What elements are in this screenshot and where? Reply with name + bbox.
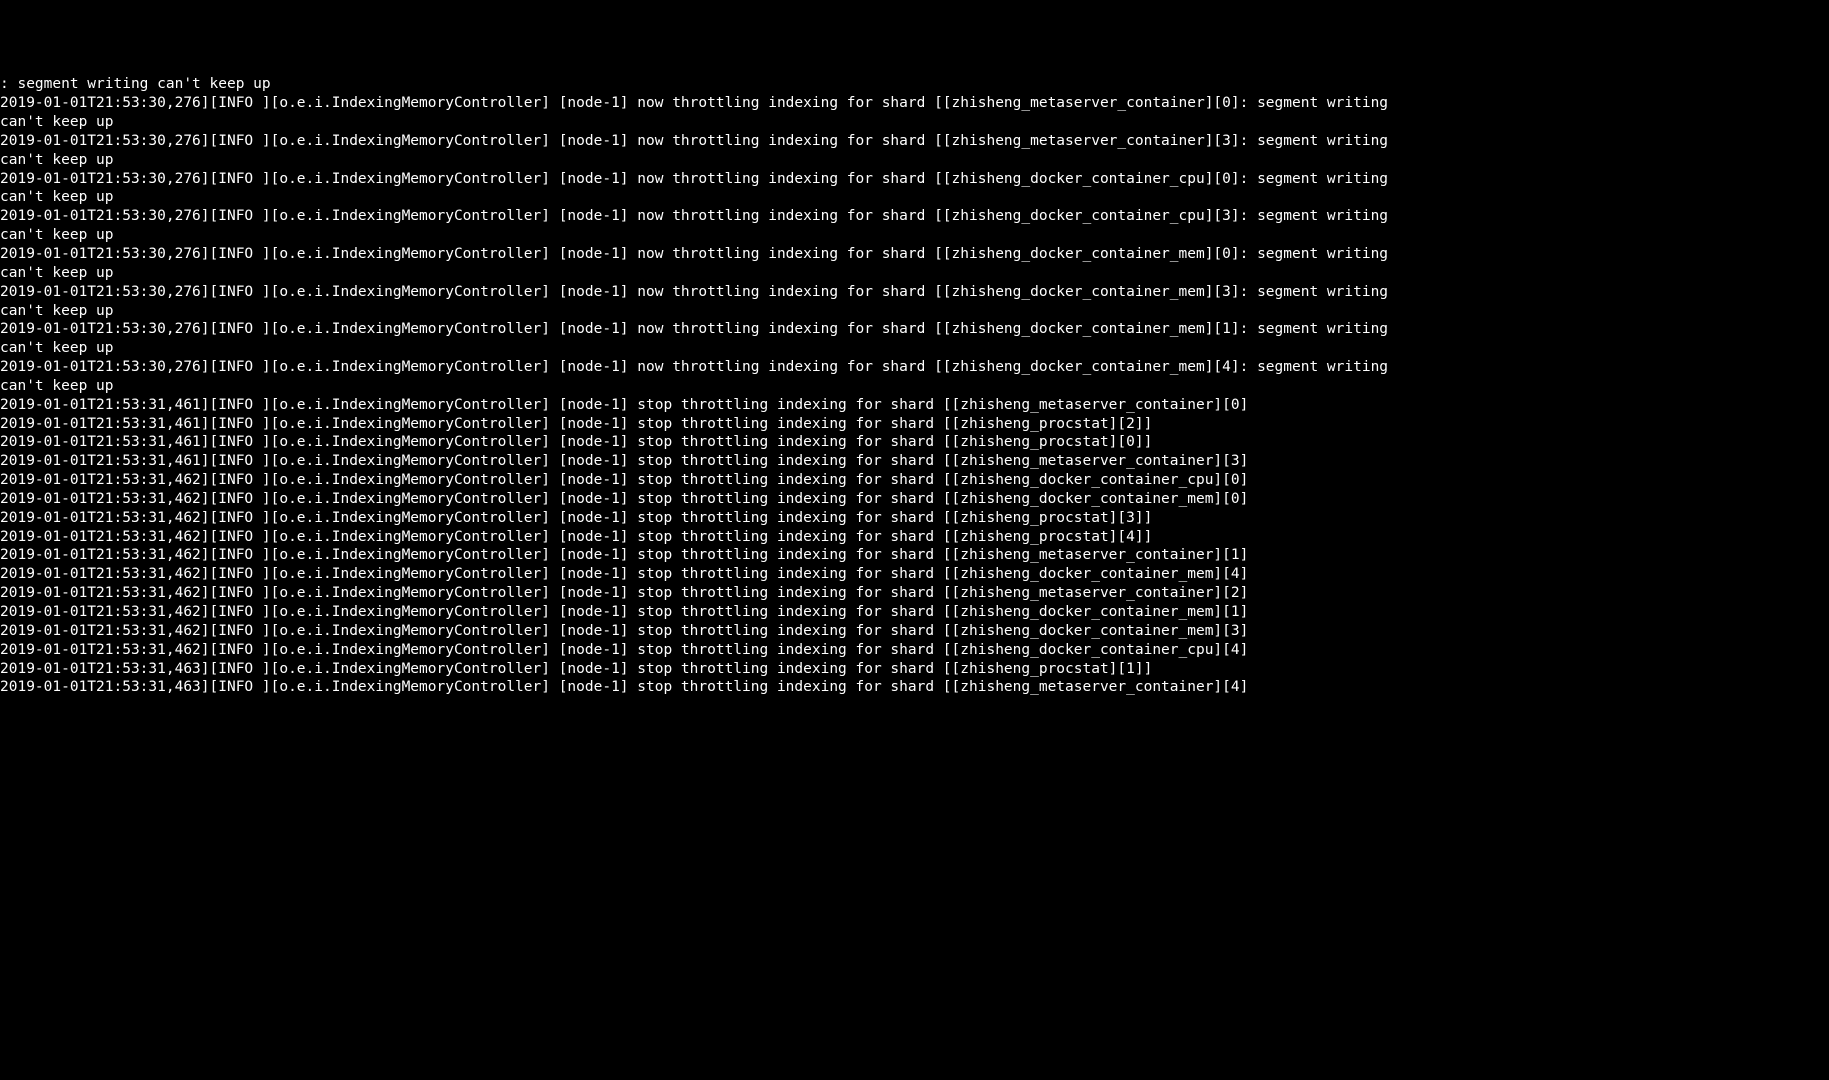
log-line: 2019-01-01T21:53:30,276][INFO ][o.e.i.In…	[0, 320, 1420, 358]
terminal-output: : segment writing can't keep up2019-01-0…	[0, 75, 1420, 697]
log-line: 2019-01-01T21:53:31,462][INFO ][o.e.i.In…	[0, 490, 1420, 509]
log-line: 2019-01-01T21:53:31,462][INFO ][o.e.i.In…	[0, 528, 1420, 547]
log-line: 2019-01-01T21:53:31,462][INFO ][o.e.i.In…	[0, 546, 1420, 565]
log-line: 2019-01-01T21:53:30,276][INFO ][o.e.i.In…	[0, 170, 1420, 208]
log-line: 2019-01-01T21:53:31,462][INFO ][o.e.i.In…	[0, 603, 1420, 622]
log-line: 2019-01-01T21:53:30,276][INFO ][o.e.i.In…	[0, 94, 1420, 132]
log-line: 2019-01-01T21:53:31,461][INFO ][o.e.i.In…	[0, 433, 1420, 452]
log-line: 2019-01-01T21:53:30,276][INFO ][o.e.i.In…	[0, 132, 1420, 170]
log-line: 2019-01-01T21:53:31,462][INFO ][o.e.i.In…	[0, 584, 1420, 603]
log-line: 2019-01-01T21:53:30,276][INFO ][o.e.i.In…	[0, 245, 1420, 283]
log-line: 2019-01-01T21:53:31,462][INFO ][o.e.i.In…	[0, 509, 1420, 528]
log-line: 2019-01-01T21:53:31,462][INFO ][o.e.i.In…	[0, 565, 1420, 584]
log-line: 2019-01-01T21:53:31,461][INFO ][o.e.i.In…	[0, 452, 1420, 471]
log-line: 2019-01-01T21:53:31,463][INFO ][o.e.i.In…	[0, 678, 1420, 697]
log-line: : segment writing can't keep up	[0, 75, 1420, 94]
log-line: 2019-01-01T21:53:31,463][INFO ][o.e.i.In…	[0, 660, 1420, 679]
log-line: 2019-01-01T21:53:30,276][INFO ][o.e.i.In…	[0, 283, 1420, 321]
log-line: 2019-01-01T21:53:31,461][INFO ][o.e.i.In…	[0, 396, 1420, 415]
log-line: 2019-01-01T21:53:30,276][INFO ][o.e.i.In…	[0, 207, 1420, 245]
log-line: 2019-01-01T21:53:31,461][INFO ][o.e.i.In…	[0, 415, 1420, 434]
log-line: 2019-01-01T21:53:30,276][INFO ][o.e.i.In…	[0, 358, 1420, 396]
log-line: 2019-01-01T21:53:31,462][INFO ][o.e.i.In…	[0, 622, 1420, 641]
log-line: 2019-01-01T21:53:31,462][INFO ][o.e.i.In…	[0, 471, 1420, 490]
log-line: 2019-01-01T21:53:31,462][INFO ][o.e.i.In…	[0, 641, 1420, 660]
